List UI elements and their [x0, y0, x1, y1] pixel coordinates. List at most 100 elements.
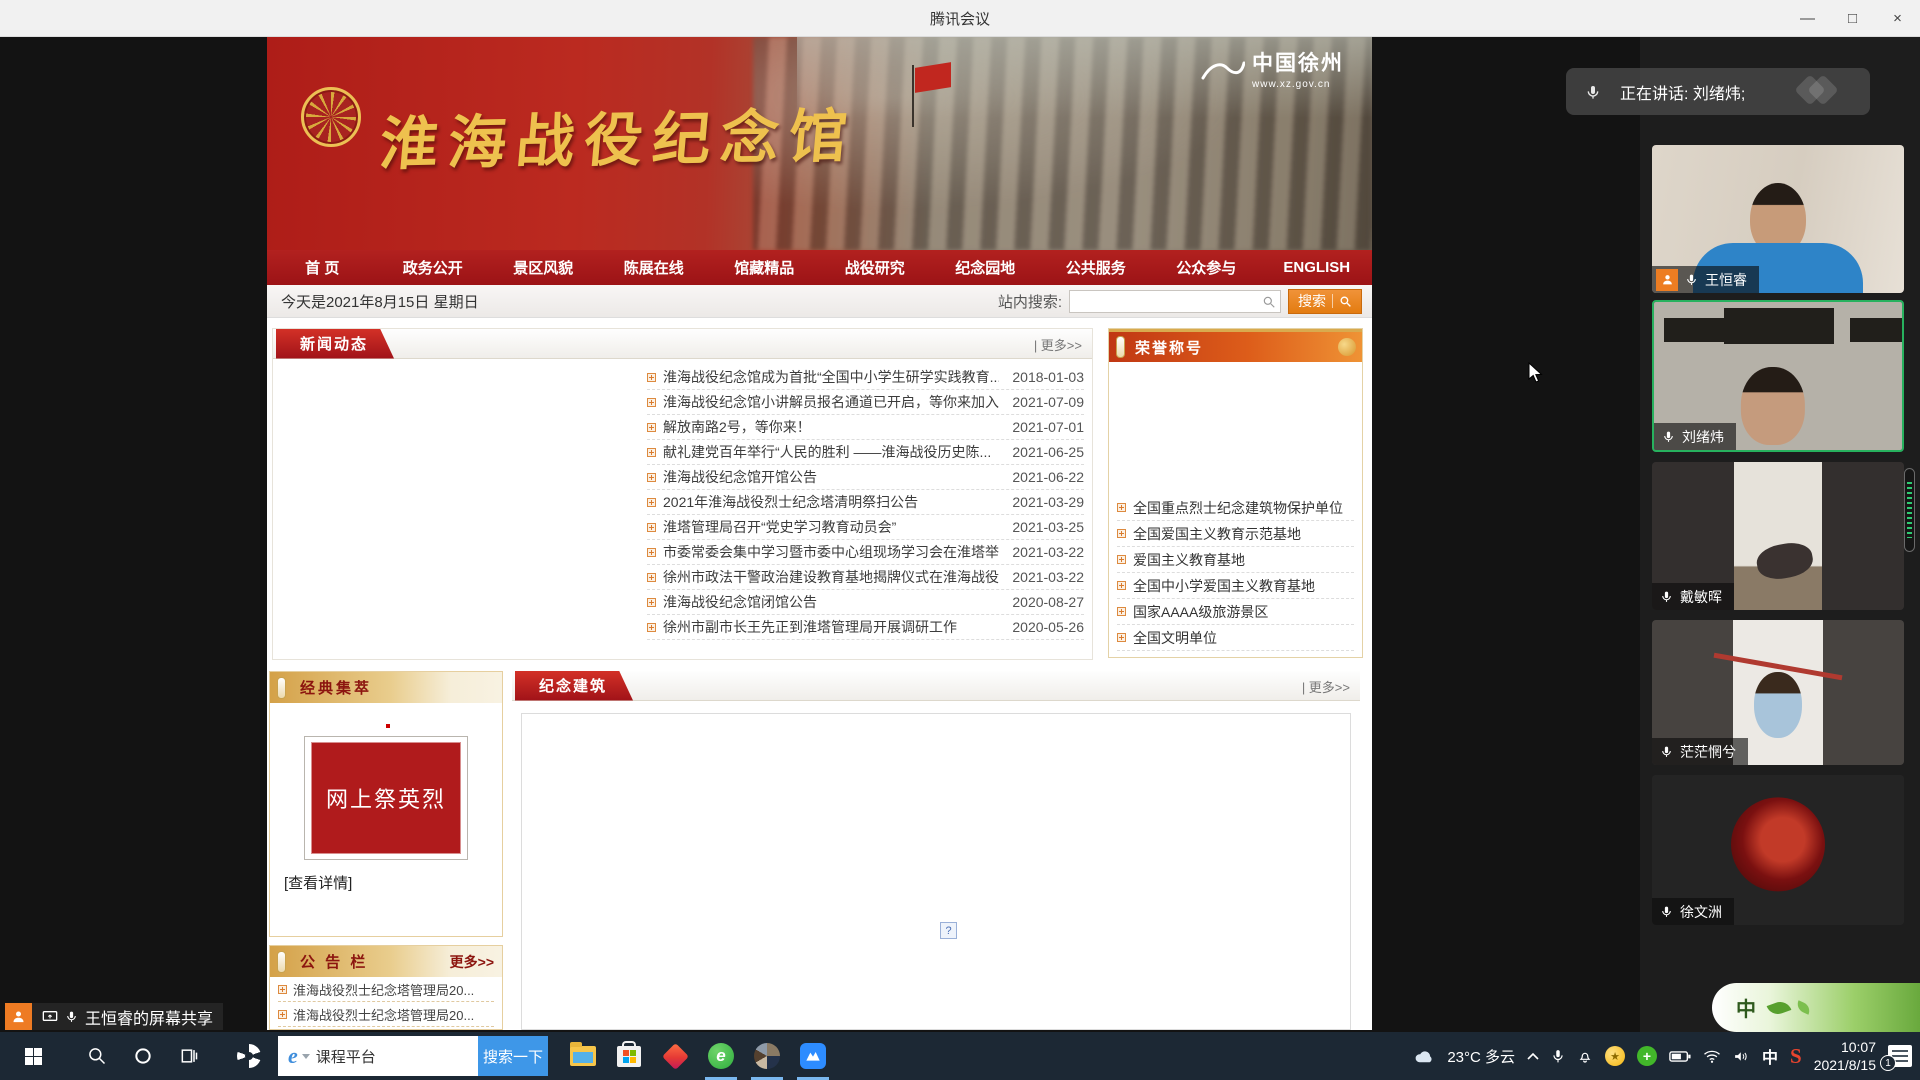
news-item-title[interactable]: 解放南路2号，等你来！ [663, 417, 999, 437]
memorial-tab[interactable]: 纪念建筑 [515, 671, 633, 701]
bulletin-more-link[interactable]: 更多>> [450, 952, 494, 972]
news-item-title[interactable]: 徐州市副市长王先正到淮塔管理局开展调研工作 [663, 617, 999, 637]
weather-text[interactable]: 23°C 多云 [1447, 1046, 1515, 1067]
photos-app-button[interactable] [744, 1032, 790, 1080]
news-tab[interactable]: 新闻动态 [276, 329, 394, 359]
news-item[interactable]: 淮海战役纪念馆开馆公告2021-06-22 [647, 465, 1084, 490]
video-tile-liuxuwei-speaking[interactable]: 刘绪炜 [1652, 300, 1904, 452]
nav-home[interactable]: 首 页 [267, 257, 378, 278]
item-bullet-icon [647, 598, 656, 607]
action-center-button[interactable]: 1 [1888, 1045, 1912, 1067]
bulletin-item-label[interactable]: 淮海战役烈士纪念塔管理局20... [293, 980, 474, 999]
news-item[interactable]: 2021年淮海战役烈士纪念塔清明祭扫公告2021-03-29 [647, 490, 1084, 515]
honor-item[interactable]: 国家AAAA级旅游景区 [1117, 599, 1354, 625]
nav-gov-info[interactable]: 政务公开 [378, 257, 489, 278]
sogou-icon[interactable]: S [1790, 1044, 1802, 1069]
mic-tray-icon[interactable] [1551, 1048, 1565, 1064]
news-item-title[interactable]: 徐州市政法干警政治建设教育基地揭牌仪式在淮海战役... [663, 567, 999, 587]
bulletin-item[interactable]: 淮海战役烈士纪念塔管理局20... [278, 1002, 494, 1027]
news-item-title[interactable]: 献礼建党百年举行“人民的胜利 ——淮海战役历史陈... [663, 442, 999, 462]
broken-image-icon: ? [940, 922, 957, 939]
news-item-title[interactable]: 市委常委会集中学习暨市委中心组现场学习会在淮塔举... [663, 542, 999, 562]
yellow-tray-icon[interactable]: ★ [1605, 1046, 1625, 1066]
news-item[interactable]: 解放南路2号，等你来！2021-07-01 [647, 415, 1084, 440]
poster-frame[interactable]: 网上祭英烈 [304, 736, 468, 860]
bulletin-item[interactable]: 淮海战役烈士纪念塔管理局20... [278, 977, 494, 1002]
taskbar-search-button[interactable] [74, 1032, 120, 1080]
honor-item[interactable]: 爱国主义教育基地 [1117, 547, 1354, 573]
pinwheel-app-button[interactable] [226, 1032, 272, 1080]
web-search-button[interactable]: 搜索一下 [478, 1036, 548, 1076]
file-explorer-button[interactable] [560, 1032, 606, 1080]
view-details-link[interactable]: [查看详情] [284, 872, 502, 893]
ime-mode-tray[interactable]: 中 [1762, 1044, 1778, 1068]
honor-item[interactable]: 全国重点烈士纪念建筑物保护单位 [1117, 495, 1354, 521]
honor-item-label: 全国中小学爱国主义教育基地 [1133, 576, 1315, 596]
news-item[interactable]: 淮塔管理局召开“党史学习教育动员会”2021-03-25 [647, 515, 1084, 540]
honor-item[interactable]: 全国中小学爱国主义教育基地 [1117, 573, 1354, 599]
battery-icon[interactable] [1669, 1050, 1691, 1063]
video-tile-daiminhui[interactable]: 戴敏晖 [1652, 462, 1904, 610]
news-item[interactable]: 徐州市副市长王先正到淮塔管理局开展调研工作2020-05-26 [647, 615, 1084, 640]
news-item[interactable]: 淮海战役纪念馆闭馆公告2020-08-27 [647, 590, 1084, 615]
taskbar-web-searchbox[interactable]: e 搜索一下 [278, 1036, 548, 1076]
news-item-title[interactable]: 2021年淮海战役烈士纪念塔清明祭扫公告 [663, 492, 999, 512]
nav-collections[interactable]: 馆藏精品 [709, 257, 820, 278]
online-memorial-poster[interactable]: 网上祭英烈 [311, 742, 461, 854]
participant-scrollbar[interactable] [1904, 468, 1915, 552]
news-item-title[interactable]: 淮海战役纪念馆小讲解员报名通道已开启，等你来加入... [663, 392, 999, 412]
news-item[interactable]: 献礼建党百年举行“人民的胜利 ——淮海战役历史陈...2021-06-25 [647, 440, 1084, 465]
nav-scenery[interactable]: 景区风貌 [488, 257, 599, 278]
diamond-app-button[interactable] [652, 1032, 698, 1080]
video-tile-wanghengrui[interactable]: 王恒睿 [1652, 145, 1904, 293]
news-item-title[interactable]: 淮海战役纪念馆开馆公告 [663, 467, 999, 487]
maximize-button[interactable]: □ [1830, 0, 1875, 37]
web-search-input[interactable] [316, 1048, 478, 1065]
clock[interactable]: 10:07 2021/8/15 [1814, 1038, 1876, 1074]
window-titlebar[interactable]: 腾讯会议 — □ × [0, 0, 1920, 37]
cortana-button[interactable] [120, 1032, 166, 1080]
item-bullet-icon [1117, 581, 1126, 590]
tray-expand-icon[interactable] [1527, 1052, 1539, 1060]
news-item-title[interactable]: 淮塔管理局召开“党史学习教育动员会” [663, 517, 999, 537]
news-item-title[interactable]: 淮海战役纪念馆闭馆公告 [663, 592, 999, 612]
minimize-button[interactable]: — [1785, 0, 1830, 37]
nav-english[interactable]: ENGLISH [1262, 259, 1373, 276]
task-view-button[interactable] [166, 1032, 212, 1080]
wifi-icon[interactable] [1703, 1049, 1721, 1064]
item-bullet-icon [1117, 503, 1126, 512]
speaker-icon[interactable] [1733, 1049, 1750, 1064]
nav-battle-research[interactable]: 战役研究 [820, 257, 931, 278]
nav-exhibit-online[interactable]: 陈展在线 [599, 257, 710, 278]
news-more-link[interactable]: | 更多>> [1034, 329, 1082, 359]
news-item[interactable]: 淮海战役纪念馆成为首批“全国中小学生研学实践教育...2018-01-03 [647, 365, 1084, 390]
region-logo[interactable]: 中国徐州 www.xz.gov.cn [1201, 47, 1344, 90]
news-item[interactable]: 徐州市政法干警政治建设教育基地揭牌仪式在淮海战役...2021-03-22 [647, 565, 1084, 590]
news-item[interactable]: 市委常委会集中学习暨市委中心组现场学习会在淮塔举...2021-03-22 [647, 540, 1084, 565]
tencent-meeting-button[interactable] [790, 1032, 836, 1080]
close-button[interactable]: × [1875, 0, 1920, 37]
honor-item[interactable]: 全国爱国主义教育示范基地 [1117, 521, 1354, 547]
item-bullet-icon [647, 498, 656, 507]
microsoft-store-button[interactable] [606, 1032, 652, 1080]
nav-participation[interactable]: 公众参与 [1151, 257, 1262, 278]
ime-mode-label[interactable]: 中 [1736, 993, 1756, 1022]
bell-icon[interactable] [1577, 1048, 1593, 1064]
bulletin-item-label[interactable]: 淮海战役烈士纪念塔管理局20... [293, 1005, 474, 1024]
video-tile-mangmangwangxi[interactable]: 茫茫惘兮 [1652, 620, 1904, 765]
nav-memorial-garden[interactable]: 纪念园地 [930, 257, 1041, 278]
honor-item[interactable]: 全国文明单位 [1117, 625, 1354, 651]
nav-public-service[interactable]: 公共服务 [1041, 257, 1152, 278]
memorial-more-link[interactable]: | 更多>> [1302, 671, 1350, 701]
ime-toolbar[interactable]: 中 [1712, 983, 1920, 1032]
green-tray-icon[interactable]: + [1637, 1046, 1657, 1066]
site-search-input[interactable] [1070, 291, 1258, 312]
news-item[interactable]: 淮海战役纪念馆小讲解员报名通道已开启，等你来加入...2021-07-09 [647, 390, 1084, 415]
video-tile-xuwenzhou[interactable]: 徐文洲 [1652, 775, 1904, 925]
browser-360-button[interactable]: e [698, 1032, 744, 1080]
site-search-button[interactable]: 搜索 [1288, 289, 1362, 314]
scroll-icon [277, 677, 286, 699]
news-item-title[interactable]: 淮海战役纪念馆成为首批“全国中小学生研学实践教育... [663, 367, 999, 387]
start-button[interactable] [10, 1032, 56, 1080]
site-search-box[interactable] [1069, 290, 1281, 313]
